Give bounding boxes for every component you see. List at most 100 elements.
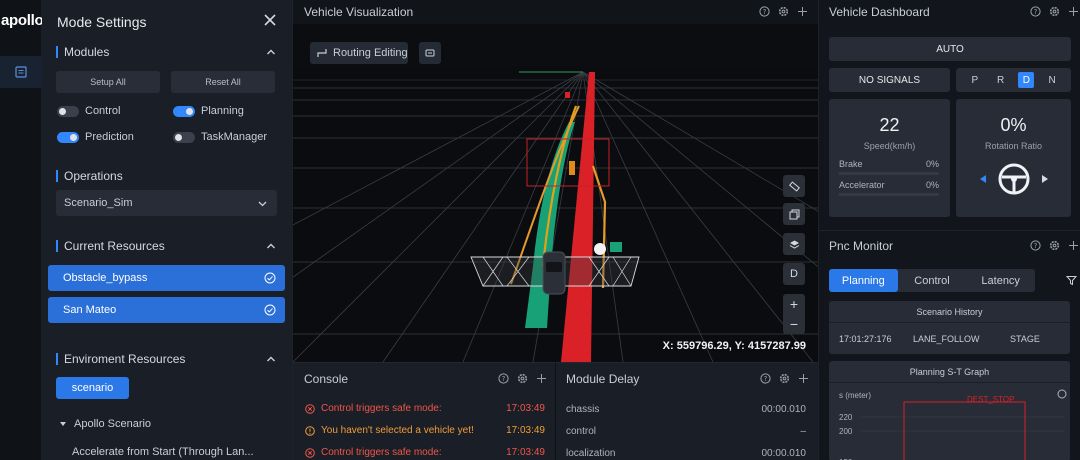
module-toggle-taskmanager[interactable]: TaskManager (173, 131, 267, 143)
routing-editing-button[interactable]: Routing Editing (310, 42, 408, 64)
toggle-switch[interactable] (173, 105, 195, 117)
vehicle-visualization-panel: Vehicle Visualization ? Routing Editing … (32, 0, 1074, 363)
st-graph-plot: s (meter) 220 200 150 DEST_STOP (839, 389, 1067, 460)
toggle-switch[interactable] (173, 131, 195, 143)
zoom-out-button[interactable]: − (783, 314, 805, 334)
speed-value: 22 (879, 115, 900, 135)
module-toggle-control[interactable]: Control (57, 105, 120, 117)
vehicle-visualization-title: Vehicle Visualization (304, 5, 414, 19)
3d-scene[interactable] (32, 66, 1074, 363)
move-icon[interactable] (1068, 6, 1079, 17)
module-toggle-planning[interactable]: Planning (173, 105, 244, 117)
record-button[interactable] (419, 42, 441, 64)
environment-resources-header: Enviroment Resources (56, 352, 185, 366)
close-icon[interactable] (262, 12, 278, 28)
scenario-button[interactable]: scenario (56, 377, 129, 399)
view-mode-button[interactable]: D (783, 263, 805, 285)
gear-icon[interactable] (779, 373, 790, 384)
check-circle-icon (264, 272, 276, 284)
tab-control[interactable]: Control (898, 269, 967, 292)
copy-button[interactable] (783, 203, 805, 225)
module-toggle-label: Control (85, 105, 121, 117)
gear-icon[interactable] (1049, 240, 1060, 251)
zoom-in-button[interactable]: + (783, 294, 805, 314)
tab-latency[interactable]: Latency (966, 269, 1035, 292)
st-graph-ylabel: s (meter) (839, 391, 871, 400)
scene-canvas (32, 66, 1074, 363)
delay-row: chassis 00:00.010 (566, 404, 806, 415)
caret-down-icon (60, 422, 66, 426)
delay-row: control – (566, 426, 806, 437)
reset-all-button[interactable]: Reset All (171, 71, 275, 93)
gear-d: D (1018, 72, 1035, 88)
chevron-up-icon[interactable] (266, 47, 276, 57)
module-toggle-label: TaskManager (201, 131, 268, 143)
warning-icon (305, 425, 315, 436)
error-icon (305, 403, 315, 414)
console-message: You haven't selected a vehicle yet! 17:0… (305, 425, 545, 436)
left-rail: apollo (0, 0, 44, 460)
resource-item-obstacle-bypass[interactable]: Obstacle_bypass (48, 265, 285, 291)
resource-item-label: San Mateo (63, 304, 117, 316)
module-toggle-label: Prediction (85, 131, 134, 143)
gear-icon[interactable] (778, 6, 789, 17)
chevron-up-icon[interactable] (266, 354, 276, 364)
signal-indicator: NO SIGNALS (829, 68, 950, 92)
svg-text:?: ? (1034, 242, 1038, 250)
resource-item-san-mateo[interactable]: San Mateo (48, 297, 285, 323)
module-toggle-prediction[interactable]: Prediction (57, 131, 134, 143)
tree-group-apollo-scenario[interactable]: Apollo Scenario (60, 418, 151, 430)
scenario-history-stage: STAGE (1010, 334, 1040, 344)
help-icon[interactable]: ? (1030, 6, 1041, 17)
rotation-label: Rotation Ratio (984, 141, 1043, 151)
ruler-button[interactable] (783, 175, 805, 197)
accelerator-track (839, 193, 939, 196)
gear-icon[interactable] (1049, 6, 1060, 17)
brake-value: 0% (925, 159, 939, 169)
module-toggle-label: Planning (201, 105, 244, 117)
gear-n: N (1048, 74, 1056, 86)
chevron-up-icon[interactable] (266, 241, 276, 251)
st-graph-annotation: DEST_STOP (967, 395, 1014, 404)
rotation-value: 0% (1000, 115, 1027, 135)
gear-r: R (997, 74, 1005, 86)
gear-p: P (971, 74, 979, 86)
move-icon[interactable] (797, 6, 808, 17)
move-icon[interactable] (536, 373, 547, 384)
pnc-monitor-panel: Pnc Monitor ? Planning Control Latency S… (818, 230, 1080, 460)
toggle-switch[interactable] (57, 105, 79, 117)
operations-select[interactable]: Scenario_Sim (56, 190, 277, 216)
help-icon[interactable]: ? (759, 6, 770, 17)
toggle-switch[interactable] (57, 131, 79, 143)
filter-icon[interactable] (1066, 275, 1077, 286)
mode-settings-nav-button[interactable] (0, 56, 42, 88)
apollo-logo: apollo (1, 12, 44, 29)
tab-planning[interactable]: Planning (829, 269, 898, 292)
mode-settings-panel: Mode Settings Modules Setup All Reset Al… (42, 0, 292, 460)
vehicle-dashboard-title: Vehicle Dashboard (829, 5, 930, 19)
module-delay-panel: Module Delay ? chassis 00:00.010 control –… (555, 362, 818, 460)
st-graph-ytick: 220 (839, 413, 853, 422)
console-panel: Console ? Control triggers safe mode: 17… (292, 362, 555, 460)
tree-item-scenario[interactable]: Accelerate from Start (Through Lan... (72, 446, 254, 458)
console-message-text: Control triggers safe mode: (321, 403, 442, 414)
setup-all-button[interactable]: Setup All (56, 71, 160, 93)
speed-label: Speed(km/h) (863, 141, 916, 151)
refresh-icon[interactable] (1057, 389, 1067, 399)
st-graph-ytick: 200 (839, 427, 853, 436)
pnc-tabs: Planning Control Latency (829, 269, 1035, 292)
current-resources-header: Current Resources (56, 239, 165, 253)
gear-icon[interactable] (517, 373, 528, 384)
help-icon[interactable]: ? (760, 373, 771, 384)
layers-button[interactable] (783, 233, 805, 255)
console-message: Control triggers safe mode: 17:03:49 (305, 403, 545, 414)
svg-text:?: ? (763, 8, 767, 16)
modules-header: Modules (56, 45, 109, 59)
help-icon[interactable]: ? (1030, 240, 1041, 251)
move-icon[interactable] (1068, 240, 1079, 251)
help-icon[interactable]: ? (498, 373, 509, 384)
move-icon[interactable] (798, 373, 809, 384)
document-icon (15, 66, 27, 78)
scenario-history-scenario: LANE_FOLLOW (913, 334, 980, 344)
resource-item-label: Obstacle_bypass (63, 272, 148, 284)
